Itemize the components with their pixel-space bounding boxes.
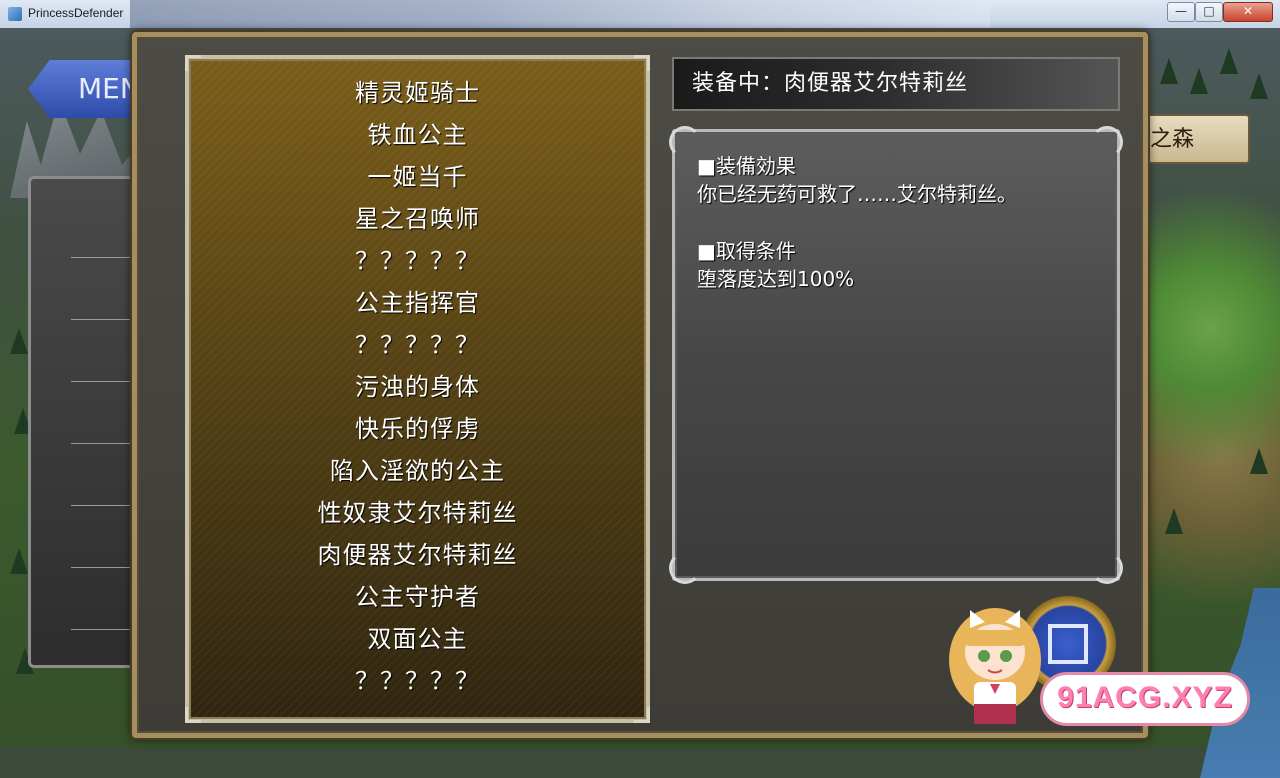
corner-ornament: [634, 707, 650, 723]
tree-icon: [1220, 48, 1238, 74]
corner-ornament: [185, 707, 201, 723]
window-icon: [1048, 624, 1088, 664]
window-title: PrincessDefender: [28, 6, 124, 20]
title-item[interactable]: 快乐的俘虏: [189, 414, 646, 444]
tree-icon: [1165, 508, 1183, 534]
title-item[interactable]: 星之召唤师: [189, 204, 646, 234]
title-item[interactable]: 双面公主: [189, 624, 646, 654]
window-titlebar: PrincessDefender — □ ✕: [0, 0, 1280, 29]
chibi-mascot-image: [949, 608, 1041, 724]
equipped-title-bar: 装备中：肉便器艾尔特莉丝: [672, 57, 1120, 111]
tree-icon: [1250, 448, 1268, 474]
effect-heading: ■装備効果: [697, 154, 796, 178]
condition-heading: ■取得条件: [697, 239, 796, 263]
corner-ornament: [185, 55, 201, 71]
tree-icon: [1160, 58, 1178, 84]
title-item[interactable]: ？？？？？: [189, 246, 646, 276]
corner-ornament: [1091, 126, 1123, 158]
corner-ornament: [634, 55, 650, 71]
app-icon: [8, 7, 22, 21]
title-item[interactable]: 精灵姬骑士: [189, 78, 646, 108]
minimize-button[interactable]: —: [1167, 2, 1195, 22]
title-item[interactable]: 公主指挥官: [189, 288, 646, 318]
title-item[interactable]: 铁血公主: [189, 120, 646, 150]
tree-icon: [10, 548, 28, 574]
background-side-panel: [28, 176, 151, 668]
title-item[interactable]: 污浊的身体: [189, 372, 646, 402]
map-location-label: 之森: [1140, 114, 1250, 164]
tree-icon: [1250, 73, 1268, 99]
tree-icon: [1190, 68, 1208, 94]
title-item[interactable]: 公主守护者: [189, 582, 646, 612]
tree-icon: [10, 328, 28, 354]
description-panel: ■装備効果 你已经无药可救了……艾尔特莉丝。 ■取得条件 堕落度达到100%: [669, 126, 1123, 584]
titlebar-background-strip: [130, 0, 990, 28]
title-item[interactable]: 陷入淫欲的公主: [189, 456, 646, 486]
title-item-selected[interactable]: 肉便器艾尔特莉丝: [189, 540, 646, 570]
title-item[interactable]: 性奴隶艾尔特莉丝: [189, 498, 646, 528]
close-button[interactable]: ✕: [1223, 2, 1273, 22]
site-watermark: 91ACG.XYZ: [1040, 672, 1250, 726]
corner-ornament: [669, 552, 701, 584]
title-item[interactable]: 一姬当千: [189, 162, 646, 192]
menu-button[interactable]: MEN: [28, 60, 148, 118]
title-item[interactable]: ？？？？？: [189, 330, 646, 360]
maximize-button[interactable]: □: [1195, 2, 1223, 22]
corner-ornament: [1091, 552, 1123, 584]
title-list-panel: 精灵姬骑士 铁血公主 一姬当千 星之召唤师 ？？？？？ 公主指挥官 ？？？？？ …: [185, 55, 650, 723]
condition-text: 堕落度达到100%: [697, 267, 855, 291]
title-item[interactable]: ？？？？？: [189, 666, 646, 696]
effect-text: 你已经无药可救了……艾尔特莉丝。: [697, 182, 1017, 206]
